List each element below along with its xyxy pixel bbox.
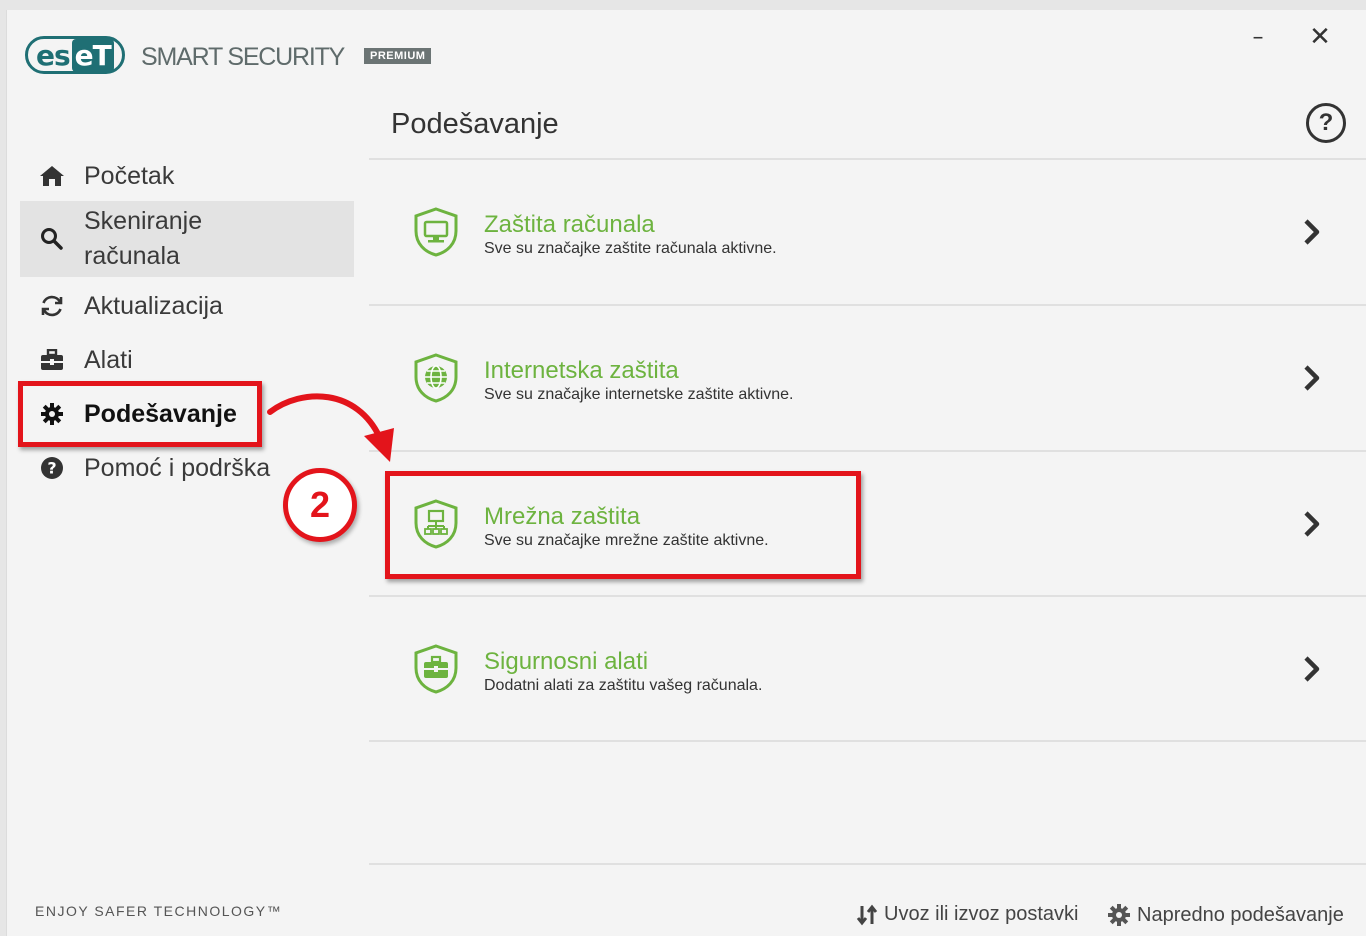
- row-title[interactable]: Internetska zaštita: [484, 357, 679, 385]
- close-button[interactable]: ✕: [1305, 22, 1335, 52]
- sidebar-item-home[interactable]: Početak: [20, 156, 354, 196]
- logo-badge: es eT: [25, 36, 125, 74]
- minimize-button[interactable]: –: [1243, 25, 1273, 51]
- row-description: Dodatni alati za zaštitu vašeg računala.: [484, 677, 763, 694]
- search-icon: [20, 227, 84, 251]
- shield-toolbox-icon: [414, 644, 458, 694]
- advanced-setup-link[interactable]: Napredno podešavanje: [1107, 903, 1344, 927]
- edition-badge: PREMIUM: [364, 48, 432, 64]
- setup-row-internet-protection[interactable]: Internetska zaštita Sve su značajke inte…: [369, 306, 1366, 450]
- setup-row-computer-protection[interactable]: Zaštita računala Sve su značajke zaštite…: [369, 160, 1366, 304]
- sidebar-item-label: Početak: [84, 161, 175, 190]
- refresh-icon: [20, 294, 84, 318]
- sidebar-item-label: Skeniranje računala: [84, 207, 203, 270]
- annotation-highlight-network: [385, 471, 861, 579]
- annotation-step-badge: 2: [283, 468, 357, 542]
- import-export-icon: [856, 904, 878, 925]
- help-button[interactable]: ?: [1306, 103, 1346, 143]
- divider: [369, 863, 1366, 865]
- row-title[interactable]: Sigurnosni alati: [484, 648, 648, 676]
- sidebar-item-label: Pomoć i podrška: [84, 453, 271, 482]
- row-description: Sve su značajke zaštite računala aktivne…: [484, 240, 777, 257]
- chevron-right-icon[interactable]: [1301, 363, 1323, 393]
- shield-globe-icon: [414, 353, 458, 403]
- tagline: ENJOY SAFER TECHNOLOGY™: [35, 903, 283, 919]
- annotation-arrow: [267, 393, 394, 462]
- chevron-right-icon[interactable]: [1301, 509, 1323, 539]
- sidebar-item-label: Aktualizacija: [84, 291, 223, 320]
- divider: [369, 740, 1366, 742]
- advanced-setup-label: Napredno podešavanje: [1137, 903, 1344, 926]
- sidebar-item-update[interactable]: Aktualizacija: [20, 286, 354, 326]
- sidebar-item-tools[interactable]: Alati: [20, 340, 354, 380]
- shield-computer-icon: [414, 207, 458, 257]
- home-icon: [20, 165, 84, 187]
- gear-icon: [1108, 904, 1130, 926]
- setup-row-security-tools[interactable]: Sigurnosni alati Dodatni alati za zaštit…: [369, 597, 1366, 741]
- sidebar-item-label: Alati: [84, 345, 133, 374]
- toolbox-icon: [20, 349, 84, 371]
- eset-logo: es eT: [25, 36, 125, 74]
- logo-text-left: es: [36, 38, 71, 72]
- svg-text:?: ?: [47, 459, 56, 478]
- page-title: Podešavanje: [391, 108, 559, 140]
- import-export-settings-link[interactable]: Uvoz ili izvoz postavki: [856, 903, 1079, 926]
- question-icon: ?: [20, 456, 84, 480]
- product-name: SMART SECURITY: [141, 43, 345, 71]
- row-description: Sve su značajke internetske zaštite akti…: [484, 386, 794, 403]
- row-title[interactable]: Zaštita računala: [484, 211, 655, 239]
- logo-text-right: eT: [71, 38, 114, 72]
- annotation-highlight-setup: [18, 381, 262, 447]
- chevron-right-icon[interactable]: [1301, 217, 1323, 247]
- sidebar-item-scan[interactable]: Skeniranje računala: [20, 201, 354, 277]
- import-export-label: Uvoz ili izvoz postavki: [884, 903, 1079, 925]
- chevron-right-icon[interactable]: [1301, 654, 1323, 684]
